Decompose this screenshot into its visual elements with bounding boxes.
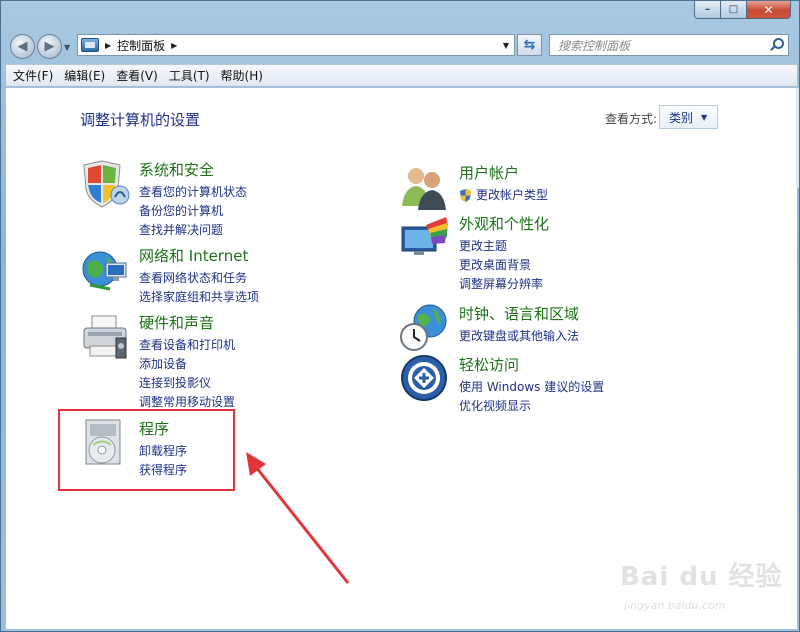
content-pane: 调整计算机的设置 查看方式: 类别 ▼ 系统和安全 查看您的计算机状态 备份您的… — [6, 88, 797, 629]
search-icon[interactable] — [769, 38, 784, 52]
category-title[interactable]: 系统和安全 — [139, 159, 214, 180]
link-troubleshoot[interactable]: 查找并解决问题 — [139, 221, 247, 240]
watermark-brand: Bai du 经验 — [620, 562, 783, 592]
link-view-computer-status[interactable]: 查看您的计算机状态 — [139, 183, 247, 202]
arrow-left-icon: ◀ — [17, 39, 28, 54]
baidu-watermark: Bai du 经验 jingyan.baidu.com — [612, 554, 787, 624]
forward-button[interactable]: ▶ — [37, 34, 62, 59]
caption-buttons: – □ ✕ — [694, 1, 791, 19]
category-links: 查看网络状态和任务 选择家庭组和共享选项 — [139, 269, 259, 307]
menu-bar: 文件(F) 编辑(E) 查看(V) 工具(T) 帮助(H) — [6, 64, 797, 87]
link-screen-resolution[interactable]: 调整屏幕分辨率 — [459, 275, 543, 294]
recent-pages-dropdown[interactable]: ▼ — [64, 43, 70, 52]
link-add-device[interactable]: 添加设备 — [139, 355, 235, 374]
maximize-button[interactable]: □ — [721, 1, 747, 19]
breadcrumb-separator[interactable]: ▶ — [171, 41, 177, 50]
scrollbar-edge[interactable] — [796, 88, 799, 188]
category-links: 更改主题 更改桌面背景 调整屏幕分辨率 — [459, 237, 543, 294]
menu-file[interactable]: 文件(F) — [9, 67, 57, 84]
navigation-bar: ◀ ▶ ▼ ▶ 控制面板 ▶ ▼ ⇆ 搜索控制面板 — [1, 29, 800, 61]
control-panel-window: – □ ✕ ◀ ▶ ▼ ▶ 控制面板 ▶ ▼ ⇆ 搜索控制面板 文件(F) 编辑… — [0, 0, 800, 632]
category-links: 更改帐户类型 — [459, 186, 548, 205]
security-shield-icon[interactable] — [80, 159, 130, 209]
ease-of-access-icon[interactable] — [400, 354, 450, 404]
link-optimize-visual-display[interactable]: 优化视频显示 — [459, 397, 604, 416]
network-globe-icon[interactable] — [80, 245, 130, 295]
clock-globe-icon[interactable] — [400, 303, 450, 353]
watermark-url: jingyan.baidu.com — [624, 599, 726, 612]
minimize-button[interactable]: – — [694, 1, 721, 19]
link-change-account-type[interactable]: 更改帐户类型 — [459, 186, 548, 205]
category-title[interactable]: 硬件和声音 — [139, 312, 214, 333]
search-box[interactable]: 搜索控制面板 — [549, 34, 789, 56]
link-devices-printers[interactable]: 查看设备和打印机 — [139, 336, 235, 355]
category-title[interactable]: 外观和个性化 — [459, 213, 549, 234]
link-homegroup-sharing[interactable]: 选择家庭组和共享选项 — [139, 288, 259, 307]
link-backup-computer[interactable]: 备份您的计算机 — [139, 202, 247, 221]
view-by-dropdown[interactable]: 类别 ▼ — [659, 105, 718, 129]
category-links: 使用 Windows 建议的设置 优化视频显示 — [459, 378, 604, 416]
refresh-icon: ⇆ — [523, 37, 536, 53]
breadcrumb-separator[interactable]: ▶ — [105, 41, 111, 50]
highlight-box — [58, 409, 235, 491]
link-connect-projector[interactable]: 连接到投影仪 — [139, 374, 235, 393]
category-links: 查看您的计算机状态 备份您的计算机 查找并解决问题 — [139, 183, 247, 240]
category-links: 更改键盘或其他输入法 — [459, 327, 579, 346]
category-links: 查看设备和打印机 添加设备 连接到投影仪 调整常用移动设置 — [139, 336, 235, 412]
link-desktop-background[interactable]: 更改桌面背景 — [459, 256, 543, 275]
appearance-icon[interactable] — [400, 213, 450, 263]
search-input[interactable]: 搜索控制面板 — [550, 37, 630, 54]
menu-view[interactable]: 查看(V) — [112, 67, 162, 84]
control-panel-icon — [81, 38, 99, 52]
arrow-right-icon: ▶ — [44, 39, 55, 54]
link-change-theme[interactable]: 更改主题 — [459, 237, 543, 256]
refresh-button[interactable]: ⇆ — [517, 34, 542, 56]
printer-icon[interactable] — [80, 312, 130, 362]
breadcrumb-control-panel[interactable]: 控制面板 — [117, 37, 165, 54]
menu-help[interactable]: 帮助(H) — [217, 67, 267, 84]
chevron-down-icon: ▼ — [701, 112, 708, 122]
category-title[interactable]: 用户帐户 — [459, 162, 519, 183]
category-title[interactable]: 轻松访问 — [459, 354, 519, 375]
link-network-status[interactable]: 查看网络状态和任务 — [139, 269, 259, 288]
annotation-arrow-icon — [246, 452, 350, 584]
address-dropdown-icon[interactable]: ▼ — [498, 41, 514, 50]
users-icon[interactable] — [400, 162, 450, 212]
link-label: 更改帐户类型 — [476, 188, 549, 202]
category-title[interactable]: 网络和 Internet — [139, 245, 248, 266]
close-button[interactable]: ✕ — [747, 1, 791, 19]
address-bar[interactable]: ▶ 控制面板 ▶ ▼ — [77, 34, 515, 56]
view-by-label: 查看方式: — [605, 112, 658, 126]
uac-shield-icon — [459, 189, 472, 202]
view-by-value: 类别 — [669, 110, 694, 125]
back-button[interactable]: ◀ — [10, 34, 35, 59]
category-title[interactable]: 时钟、语言和区域 — [459, 303, 579, 324]
link-change-keyboard-input[interactable]: 更改键盘或其他输入法 — [459, 327, 579, 346]
page-title: 调整计算机的设置 — [80, 111, 201, 129]
menu-edit[interactable]: 编辑(E) — [60, 67, 109, 84]
link-windows-recommended-settings[interactable]: 使用 Windows 建议的设置 — [459, 378, 604, 397]
menu-tools[interactable]: 工具(T) — [165, 67, 214, 84]
